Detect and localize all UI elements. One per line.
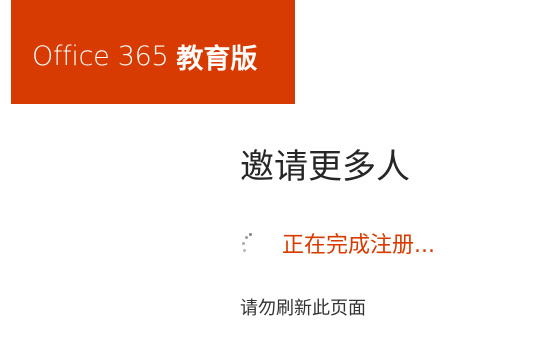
loading-spinner-icon [240, 231, 256, 255]
refresh-warning: 请勿刷新此页面 [240, 298, 366, 319]
office-365-logo-tile: Office 365 教育版 [11, 0, 295, 104]
signup-page: Office 365 教育版 邀请更多人 正在完成注册... 请勿刷新此页面 [0, 0, 559, 349]
status-message: 正在完成注册... [282, 233, 435, 258]
page-title: 邀请更多人 [240, 147, 410, 187]
brand-product-name: Office 365 [32, 40, 169, 72]
brand-edition-name: 教育版 [176, 43, 258, 75]
progress-status: 正在完成注册... [240, 228, 435, 258]
